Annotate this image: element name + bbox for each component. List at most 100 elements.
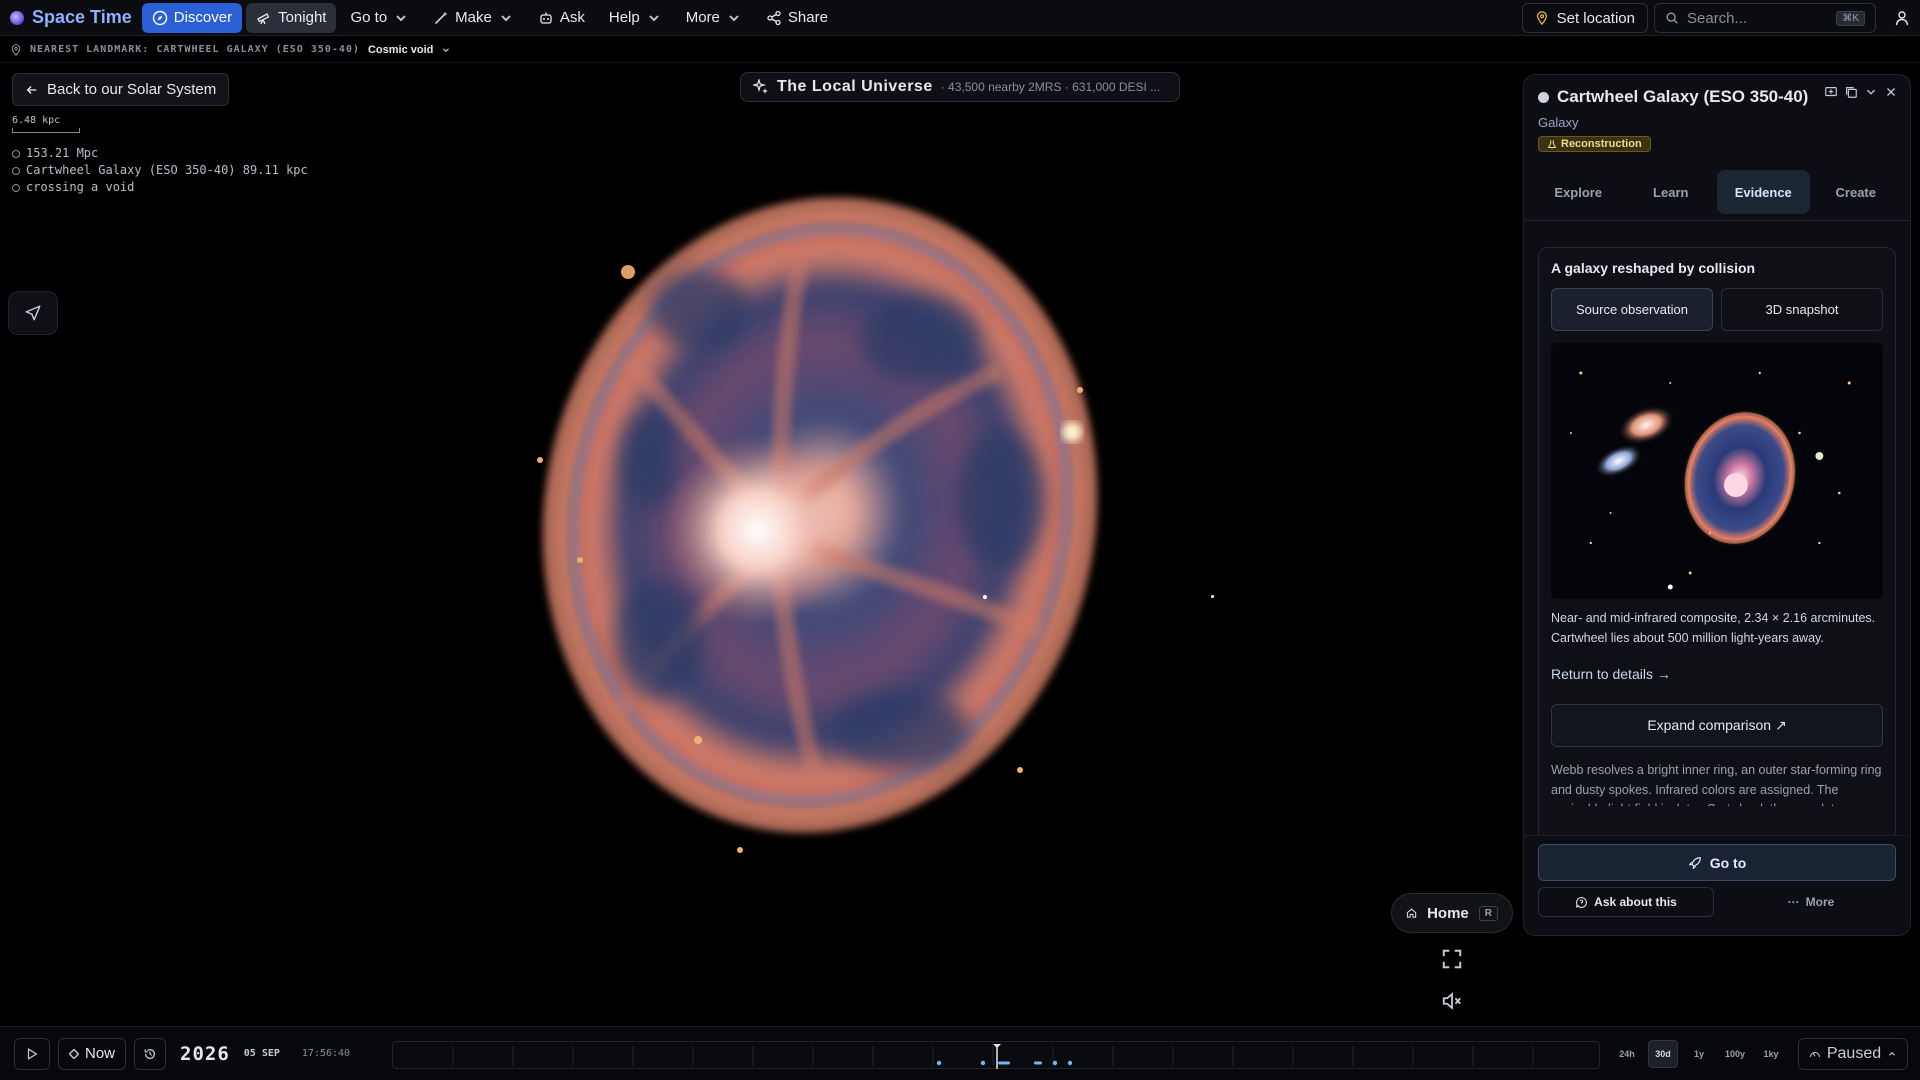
discover-button[interactable]: Discover — [141, 2, 243, 33]
panel-tabs: Explore Learn Evidence Create — [1532, 170, 1902, 214]
map-pin-icon — [1536, 11, 1547, 25]
range-100y[interactable]: 100y — [1720, 1040, 1750, 1068]
panel-more-button[interactable]: ··· More — [1726, 887, 1896, 917]
expand-comparison-button[interactable]: Expand comparison ↗ — [1551, 704, 1883, 747]
divider — [1524, 220, 1910, 221]
mute-icon[interactable] — [1441, 990, 1463, 1012]
hud-status: crossing a void — [26, 180, 135, 194]
arrow-left-icon — [26, 85, 37, 94]
more-menu-label: More — [685, 9, 720, 26]
timeline-scrubber[interactable] — [392, 1041, 1600, 1069]
goto-menu[interactable]: Go to — [340, 3, 419, 33]
make-menu-label: Make — [455, 9, 492, 26]
make-menu[interactable]: Make — [423, 3, 524, 33]
source-observation-image[interactable] — [1551, 343, 1883, 599]
target-icon — [12, 183, 20, 192]
close-icon[interactable] — [1884, 85, 1898, 99]
range-24h[interactable]: 24h — [1612, 1040, 1642, 1068]
back-label: Back to our Solar System — [47, 81, 217, 98]
compass-icon — [152, 10, 167, 25]
pointer-tool-button[interactable] — [8, 291, 58, 335]
dataset-pill[interactable]: The Local Universe · 43,500 nearby 2MRS … — [740, 72, 1180, 102]
rocket-icon — [1688, 856, 1701, 869]
landmark-region[interactable]: Cosmic void — [368, 44, 433, 56]
search-placeholder: Search... — [1687, 9, 1748, 27]
top-nav: Space Time Discover Tonight Go to Make A… — [0, 0, 1920, 36]
object-title: Cartwheel Galaxy (ESO 350-40) — [1557, 87, 1809, 106]
time-range-selector: 24h 30d 1y 100y 1ky — [1612, 1040, 1786, 1068]
range-1y[interactable]: 1y — [1684, 1040, 1714, 1068]
tab-create[interactable]: Create — [1810, 170, 1903, 214]
tab-explore[interactable]: Explore — [1532, 170, 1625, 214]
chevron-down-icon[interactable] — [441, 45, 451, 55]
panel-footer: Go to Ask about this ··· More — [1524, 835, 1910, 935]
flask-icon — [1547, 140, 1557, 148]
3d-snapshot-toggle[interactable]: 3D snapshot — [1721, 288, 1883, 331]
range-30d[interactable]: 30d — [1648, 1040, 1678, 1068]
object-type: Galaxy — [1538, 115, 1579, 130]
source-observation-toggle[interactable]: Source observation — [1551, 288, 1713, 331]
reconstruction-badge: Reconstruction — [1538, 136, 1651, 152]
go-to-button[interactable]: Go to — [1538, 844, 1896, 881]
copy-icon[interactable] — [1844, 85, 1858, 99]
help-menu-label: Help — [608, 9, 640, 26]
tab-learn[interactable]: Learn — [1625, 170, 1718, 214]
pin-panel-icon[interactable] — [1824, 85, 1838, 99]
fullscreen-icon[interactable] — [1441, 948, 1463, 970]
ask-about-this-label: Ask about this — [1594, 895, 1677, 909]
app-logo-icon — [10, 10, 24, 25]
landmark-bar: NEAREST LANDMARK: CARTWHEEL GALAXY (ESO … — [0, 37, 1920, 63]
range-1ky[interactable]: 1ky — [1756, 1040, 1786, 1068]
ask-about-this-button[interactable]: Ask about this — [1538, 887, 1714, 917]
back-to-solar-system-button[interactable]: Back to our Solar System — [12, 73, 230, 106]
speed-gauge-icon — [1809, 1051, 1820, 1058]
set-location-label: Set location — [1556, 9, 1635, 27]
tab-evidence[interactable]: Evidence — [1717, 170, 1810, 214]
home-button[interactable]: Home R — [1391, 893, 1513, 933]
help-menu[interactable]: Help — [599, 3, 672, 33]
object-detail-panel: Cartwheel Galaxy (ESO 350-40) Galaxy Rec… — [1523, 74, 1911, 936]
telescope-icon — [257, 12, 270, 24]
more-menu[interactable]: More — [676, 3, 752, 33]
history-button[interactable] — [134, 1037, 167, 1070]
timeline-bar: Now 2026 05 SEP 17:56:40 24h 30d 1y 100y… — [0, 1026, 1920, 1080]
app-brand[interactable]: Space Time — [0, 0, 142, 36]
panel-more-label: More — [1805, 895, 1835, 909]
evidence-card: A galaxy reshaped by collision Source ob… — [1538, 247, 1896, 935]
search-icon — [1666, 12, 1678, 24]
home-shortcut-key: R — [1478, 905, 1498, 921]
return-to-details-link[interactable]: Return to details → — [1551, 666, 1883, 682]
user-account-button[interactable] — [1884, 10, 1920, 26]
scale-indicator: 6.48 kpc — [12, 115, 80, 133]
history-icon — [144, 1048, 155, 1059]
cartwheel-galaxy-render[interactable] — [480, 170, 1160, 860]
ask-button[interactable]: Ask — [528, 3, 595, 33]
current-time: 17:56:40 — [301, 1048, 351, 1059]
now-button[interactable]: Now — [58, 1037, 127, 1070]
tonight-label: Tonight — [278, 9, 327, 26]
share-label: Share — [787, 9, 828, 26]
badge-label: Reconstruction — [1561, 138, 1642, 150]
ellipsis-icon: ··· — [1787, 895, 1800, 909]
search-input[interactable]: Search... ⌘K — [1654, 3, 1876, 33]
object-marker-icon — [1538, 91, 1549, 103]
playback-status-button[interactable]: Paused — [1798, 1038, 1908, 1070]
set-location-button[interactable]: Set location — [1521, 3, 1648, 33]
ask-label: Ask — [559, 9, 585, 26]
collapse-icon[interactable] — [1864, 85, 1878, 99]
tonight-button[interactable]: Tonight — [246, 2, 337, 33]
now-label: Now — [85, 1045, 116, 1062]
goto-menu-label: Go to — [350, 9, 388, 26]
home-label: Home — [1427, 904, 1469, 922]
user-icon — [1895, 11, 1909, 26]
navigation-arrow-icon — [25, 305, 41, 321]
play-button[interactable] — [14, 1037, 50, 1070]
share-button[interactable]: Share — [756, 3, 838, 33]
scale-label: 6.48 kpc — [12, 115, 61, 126]
hud-row: crossing a void — [12, 179, 308, 196]
position-readout: 153.21 Mpc Cartwheel Galaxy (ESO 350-40)… — [12, 145, 308, 196]
go-to-label: Go to — [1709, 854, 1747, 871]
playback-status-label: Paused — [1826, 1045, 1882, 1062]
evidence-description: Webb resolves a bright inner ring, an ou… — [1551, 763, 1882, 806]
current-date: 05 SEP — [243, 1048, 280, 1059]
